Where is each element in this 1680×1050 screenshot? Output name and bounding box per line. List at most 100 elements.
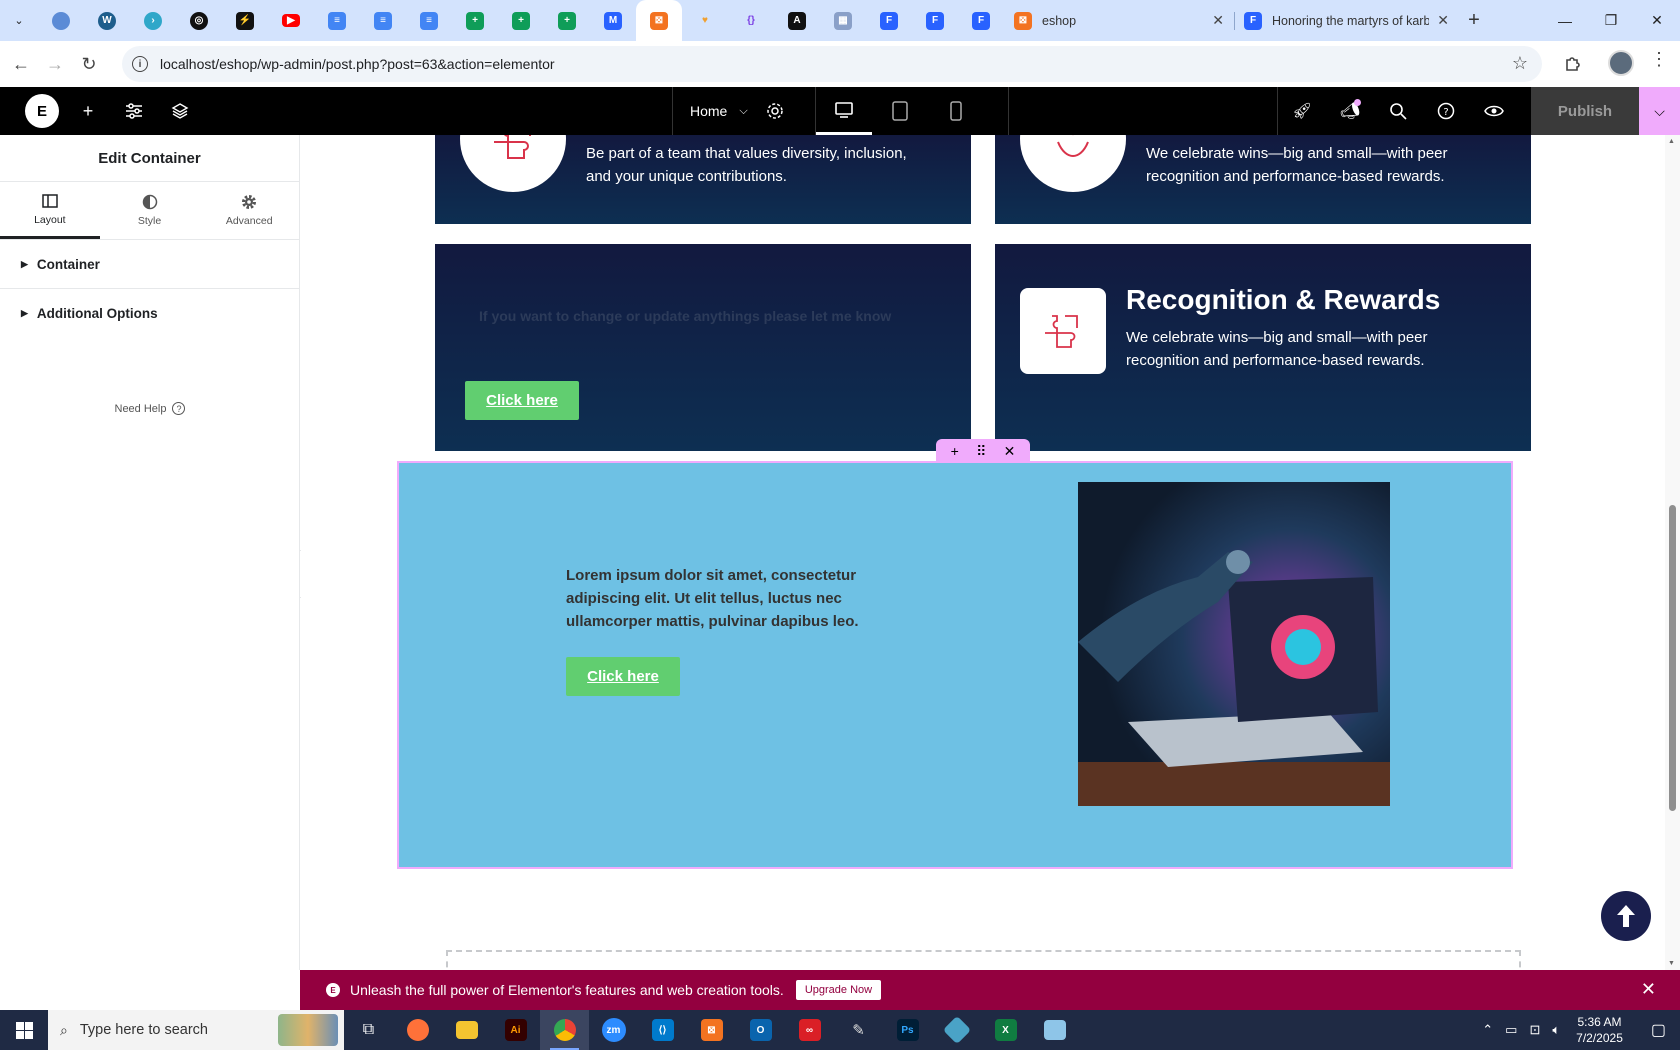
need-help-link[interactable]: Need Help ? [0, 402, 300, 415]
tab-pinned-10[interactable]: + [452, 0, 498, 41]
tab-eshop[interactable]: ⊠ eshop ✕ [1004, 0, 1234, 41]
tab-advanced[interactable]: Advanced [199, 182, 299, 239]
publish-options-button[interactable]: ⌵ [1639, 87, 1680, 135]
finder-button[interactable] [1374, 87, 1422, 135]
display-icon[interactable]: ⊡ [1529, 1022, 1540, 1038]
pen-tool-app[interactable]: ✎ [834, 1010, 883, 1050]
chevron-up-icon[interactable]: ⌃ [1482, 1022, 1493, 1038]
elementor-logo[interactable]: E [25, 94, 59, 128]
scroll-up-icon[interactable]: ▲ [1668, 138, 1675, 145]
chrome-app[interactable] [540, 1010, 589, 1050]
tab-layout[interactable]: Layout [0, 182, 100, 239]
firefox-app[interactable] [393, 1010, 442, 1050]
tab-pinned-6[interactable]: ▶ [268, 0, 314, 41]
back-button[interactable]: ← [4, 47, 38, 81]
volume-icon[interactable]: 🔈︎ [1552, 1022, 1560, 1038]
click-here-button[interactable]: Click here [465, 381, 579, 420]
tab-pinned-7[interactable]: ≡ [314, 0, 360, 41]
close-icon[interactable]: ✕ [1437, 12, 1449, 29]
url-text[interactable]: localhost/eshop/wp-admin/post.php?post=6… [160, 56, 555, 72]
restore-button[interactable]: ❐ [1588, 0, 1634, 41]
page-selector[interactable]: Home ⌵ [672, 87, 816, 135]
close-icon[interactable]: ✕ [1212, 12, 1224, 29]
tab-pinned-15[interactable]: ♥ [682, 0, 728, 41]
drag-handle-icon[interactable]: ⠿ [976, 443, 986, 460]
illustrator-app[interactable]: Ai [491, 1010, 540, 1050]
selected-container[interactable]: Lorem ipsum dolor sit amet, consectetur … [397, 461, 1513, 869]
tab-pinned-1[interactable] [38, 0, 84, 41]
click-here-button[interactable]: Click here [566, 657, 680, 696]
structure-button[interactable] [160, 87, 200, 135]
outlook-app[interactable]: O [736, 1010, 785, 1050]
reload-button[interactable]: ↻ [72, 47, 106, 81]
back-to-top-button[interactable] [1601, 891, 1651, 941]
xampp-app[interactable]: ⊠ [687, 1010, 736, 1050]
tab-pinned-19[interactable]: F [866, 0, 912, 41]
gear-icon[interactable] [766, 102, 784, 120]
forward-button[interactable]: → [38, 47, 72, 81]
creative-cloud-app[interactable]: ∞ [785, 1010, 834, 1050]
app-diamond[interactable] [932, 1010, 981, 1050]
tab-pinned-16[interactable]: {} [728, 0, 774, 41]
tab-honoring[interactable]: F Honoring the martyrs of karb ✕ [1234, 0, 1459, 41]
tab-pinned-4[interactable]: ◎ [176, 0, 222, 41]
feature-card-diversity[interactable]: Be part of a team that values diversity,… [435, 135, 971, 224]
menu-icon[interactable]: ⋮ [1650, 49, 1668, 70]
tab-pinned-17[interactable]: A [774, 0, 820, 41]
profile-avatar[interactable] [1608, 50, 1634, 76]
omnibox[interactable]: i localhost/eshop/wp-admin/post.php?post… [122, 46, 1542, 82]
file-explorer-app[interactable] [442, 1010, 491, 1050]
canvas-scrollbar[interactable]: ▲ ▼ [1665, 135, 1680, 970]
tab-pinned-14[interactable]: ⊠ [636, 0, 682, 41]
mobile-view-button[interactable] [928, 87, 984, 135]
tab-pinned-9[interactable]: ≡ [406, 0, 452, 41]
section-container[interactable]: ▶ Container [0, 240, 299, 289]
vscode-app[interactable]: ⟨⟩ [638, 1010, 687, 1050]
add-element-button[interactable]: + [68, 87, 108, 135]
tab-style[interactable]: Style [100, 182, 200, 239]
info-icon[interactable]: i [132, 56, 148, 72]
add-section-icon[interactable]: + [951, 443, 959, 459]
star-icon[interactable]: ☆ [1512, 53, 1528, 74]
tab-pinned-13[interactable]: M [590, 0, 636, 41]
feature-card-recognition[interactable]: Recognition & Rewards We celebrate wins—… [995, 244, 1531, 451]
notifications-button[interactable]: 📣︎ [1326, 87, 1374, 135]
photoshop-app[interactable]: Ps [883, 1010, 932, 1050]
tab-pinned-3[interactable]: › [130, 0, 176, 41]
close-icon[interactable]: ✕ [1641, 979, 1656, 1000]
network-icon[interactable]: ▭ [1505, 1022, 1517, 1038]
tab-pinned-8[interactable]: ≡ [360, 0, 406, 41]
upgrade-now-button[interactable]: Upgrade Now [795, 980, 882, 1000]
delete-section-icon[interactable]: ✕ [1004, 443, 1016, 460]
close-window-button[interactable]: ✕ [1634, 0, 1680, 41]
preview-button[interactable] [1470, 87, 1518, 135]
minimize-button[interactable]: — [1542, 0, 1588, 41]
tab-pinned-20[interactable]: F [912, 0, 958, 41]
tab-pinned-5[interactable]: ⚡ [222, 0, 268, 41]
tablet-view-button[interactable] [872, 87, 928, 135]
cta-card[interactable]: If you want to change or update anything… [435, 244, 971, 451]
notes-app[interactable] [1030, 1010, 1079, 1050]
section-additional-options[interactable]: ▶ Additional Options [0, 289, 299, 338]
empty-drop-zone[interactable] [446, 950, 1521, 970]
notification-center-icon[interactable]: ▢ [1651, 1020, 1666, 1040]
tab-search-button[interactable]: ⌄ [6, 8, 32, 34]
feature-card-wins[interactable]: We celebrate wins—big and small—with pee… [995, 135, 1531, 224]
tab-pinned-18[interactable]: ▦ [820, 0, 866, 41]
extensions-button[interactable] [1556, 47, 1590, 81]
clock[interactable]: 5:36 AM 7/2/2025 [1576, 1014, 1623, 1046]
site-settings-button[interactable] [114, 87, 154, 135]
tab-pinned-21[interactable]: F [958, 0, 1004, 41]
excel-app[interactable]: X [981, 1010, 1030, 1050]
scrollbar-thumb[interactable] [1669, 505, 1676, 811]
taskbar-search[interactable]: ⌕ Type here to search [48, 1010, 344, 1050]
task-view-button[interactable]: ⧉ [344, 1010, 393, 1050]
new-tab-button[interactable]: + [1459, 6, 1489, 36]
zoom-app[interactable]: zm [589, 1010, 638, 1050]
publish-button[interactable]: Publish [1531, 87, 1639, 135]
tab-pinned-12[interactable]: + [544, 0, 590, 41]
section-handle[interactable]: + ⠿ ✕ [936, 439, 1030, 463]
tab-pinned-2[interactable]: W [84, 0, 130, 41]
help-button[interactable]: ? [1422, 87, 1470, 135]
launch-button[interactable]: 🚀︎ [1278, 87, 1326, 135]
